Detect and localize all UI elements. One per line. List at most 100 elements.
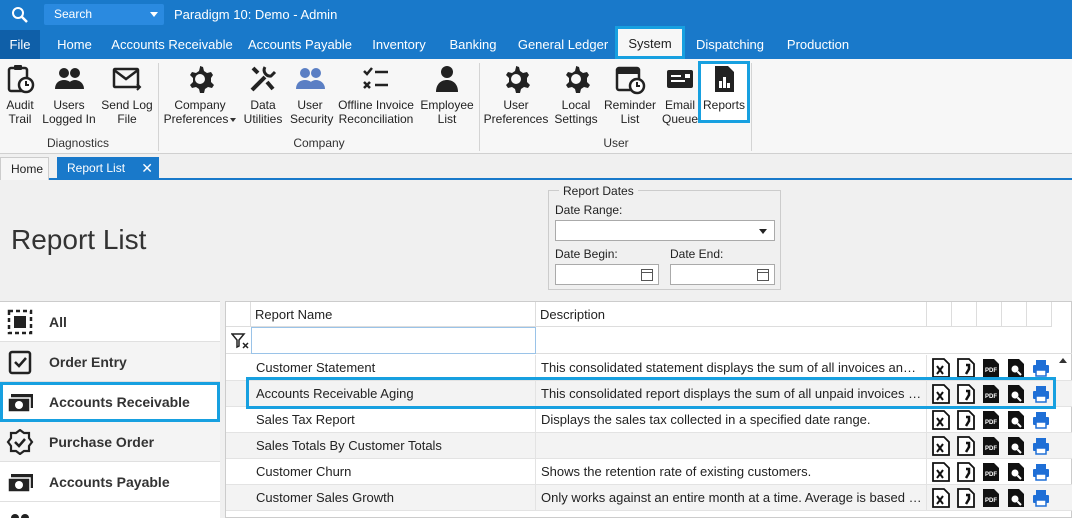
menu-file[interactable]: File <box>0 30 40 59</box>
csv-icon[interactable] <box>957 358 975 378</box>
pdf-icon[interactable]: PDF <box>982 358 1000 378</box>
table-row[interactable]: Customer Statement This consolidated stat… <box>226 355 1072 381</box>
menu-general-ledger[interactable]: General Ledger <box>514 30 612 59</box>
column-header-description[interactable]: Description <box>536 302 927 327</box>
menu-production[interactable]: Production <box>779 30 857 59</box>
pdf-icon[interactable]: PDF <box>982 462 1000 482</box>
tab-report-list[interactable]: Report List ✕ <box>57 157 159 180</box>
search-icon[interactable] <box>10 6 30 24</box>
menu-banking[interactable]: Banking <box>442 30 504 59</box>
category-accounts-payable[interactable]: Accounts Payable <box>0 462 220 502</box>
description-cell: Only works against an entire month at a … <box>536 485 927 511</box>
excel-icon[interactable] <box>932 358 950 378</box>
preview-icon[interactable] <box>1007 488 1025 508</box>
search-box[interactable]: Search <box>44 4 164 25</box>
excel-icon[interactable] <box>932 410 950 430</box>
email-queue-button[interactable]: Email Queue <box>659 63 701 126</box>
menu-accounts-payable[interactable]: Accounts Payable <box>245 30 355 59</box>
date-begin-input[interactable] <box>555 264 659 285</box>
menu-inventory[interactable]: Inventory <box>364 30 434 59</box>
csv-icon[interactable] <box>957 384 975 404</box>
print-icon[interactable] <box>1032 384 1050 404</box>
category-purchase-order[interactable]: Purchase Order <box>0 422 220 462</box>
user-security-icon <box>296 68 325 89</box>
menu-system[interactable]: System <box>615 26 685 59</box>
date-end-input[interactable] <box>670 264 775 285</box>
preview-icon[interactable] <box>1007 462 1025 482</box>
table-row[interactable]: Customer Sales Growth Only works against … <box>226 485 1072 511</box>
calendar-icon[interactable] <box>641 269 653 281</box>
ribbon-label: Email Queue <box>661 98 699 126</box>
preview-icon[interactable] <box>1007 410 1025 430</box>
preview-icon[interactable] <box>1007 436 1025 456</box>
data-utilities-button[interactable]: Data Utilities <box>240 63 286 126</box>
pdf-icon[interactable]: PDF <box>982 488 1000 508</box>
preview-icon[interactable] <box>1007 384 1025 404</box>
preview-icon[interactable] <box>1007 358 1025 378</box>
table-row[interactable]: Customer Churn Shows the retention rate o… <box>226 459 1072 485</box>
audit-trail-button[interactable]: Audit Trail <box>3 63 37 126</box>
excel-icon[interactable] <box>932 436 950 456</box>
table-row[interactable]: Sales Tax Report Displays the sales tax c… <box>226 407 1072 433</box>
menu-dispatching[interactable]: Dispatching <box>690 30 770 59</box>
offline-invoice-reconciliation-button[interactable]: Offline Invoice Reconciliation <box>333 63 419 126</box>
pdf-icon[interactable]: PDF <box>982 436 1000 456</box>
category-label: Order Entry <box>49 354 127 370</box>
title-bar: Search Paradigm 10: Demo - Admin <box>0 0 1072 30</box>
print-icon[interactable] <box>1032 358 1050 378</box>
table-row[interactable]: Sales Totals By Customer Totals PDF <box>226 433 1072 459</box>
menu-home[interactable]: Home <box>46 30 103 59</box>
category-accounts-receivable[interactable]: Accounts Receivable <box>0 382 220 422</box>
local-settings-button[interactable]: Local Settings <box>551 63 601 126</box>
report-name-filter-input[interactable] <box>251 327 536 354</box>
print-icon[interactable] <box>1032 436 1050 456</box>
company-preferences-button[interactable]: Company Preferences <box>163 63 237 126</box>
filter-clear-icon[interactable] <box>231 332 249 350</box>
ribbon-label: User Preferences <box>483 98 549 126</box>
user-security-button[interactable]: User Security <box>290 63 333 126</box>
table-row[interactable]: Accounts Receivable Aging This consolidat… <box>226 381 1072 407</box>
date-end-label: Date End: <box>670 247 724 261</box>
tab-label: Report List <box>67 161 126 175</box>
csv-icon[interactable] <box>957 462 975 482</box>
category-order-entry[interactable]: Order Entry <box>0 342 220 382</box>
category-more[interactable] <box>0 502 220 518</box>
tools-icon <box>250 66 277 92</box>
user-preferences-button[interactable]: User Preferences <box>483 63 549 126</box>
column-header-action <box>977 302 1002 327</box>
column-header-action <box>927 302 952 327</box>
group-label-company: Company <box>293 136 345 150</box>
csv-icon[interactable] <box>957 436 975 456</box>
send-log-file-button[interactable]: Send Log File <box>100 63 154 126</box>
category-all[interactable]: All <box>0 302 220 342</box>
envelope-arrow-icon <box>112 67 142 91</box>
excel-icon[interactable] <box>932 488 950 508</box>
ribbon-separator <box>751 63 752 151</box>
person-icon <box>436 66 458 92</box>
csv-icon[interactable] <box>957 488 975 508</box>
reports-button[interactable]: Reports <box>698 61 750 123</box>
reminder-list-button[interactable]: Reminder List <box>603 63 657 126</box>
menu-accounts-receivable[interactable]: Accounts Receivable <box>109 30 235 59</box>
tab-home[interactable]: Home <box>0 157 49 180</box>
print-icon[interactable] <box>1032 462 1050 482</box>
print-icon[interactable] <box>1032 410 1050 430</box>
svg-text:PDF: PDF <box>985 394 997 400</box>
calendar-icon[interactable] <box>757 269 769 281</box>
users-logged-in-button[interactable]: Users Logged In <box>40 63 98 126</box>
employee-list-button[interactable]: Employee List <box>420 63 474 126</box>
csv-icon[interactable] <box>957 410 975 430</box>
money-icon <box>7 474 33 493</box>
description-cell: Displays the sales tax collected in a sp… <box>536 407 927 433</box>
print-icon[interactable] <box>1032 488 1050 508</box>
pdf-icon[interactable]: PDF <box>982 384 1000 404</box>
column-header-report-name[interactable]: Report Name <box>251 302 536 327</box>
date-range-select[interactable] <box>555 220 775 241</box>
close-icon[interactable]: ✕ <box>141 157 153 180</box>
pdf-icon[interactable]: PDF <box>982 410 1000 430</box>
scroll-up-arrow[interactable] <box>1059 358 1067 363</box>
excel-icon[interactable] <box>932 384 950 404</box>
report-chart-icon <box>715 66 734 92</box>
menu-bar: File Home Accounts Receivable Accounts P… <box>0 26 1072 59</box>
excel-icon[interactable] <box>932 462 950 482</box>
